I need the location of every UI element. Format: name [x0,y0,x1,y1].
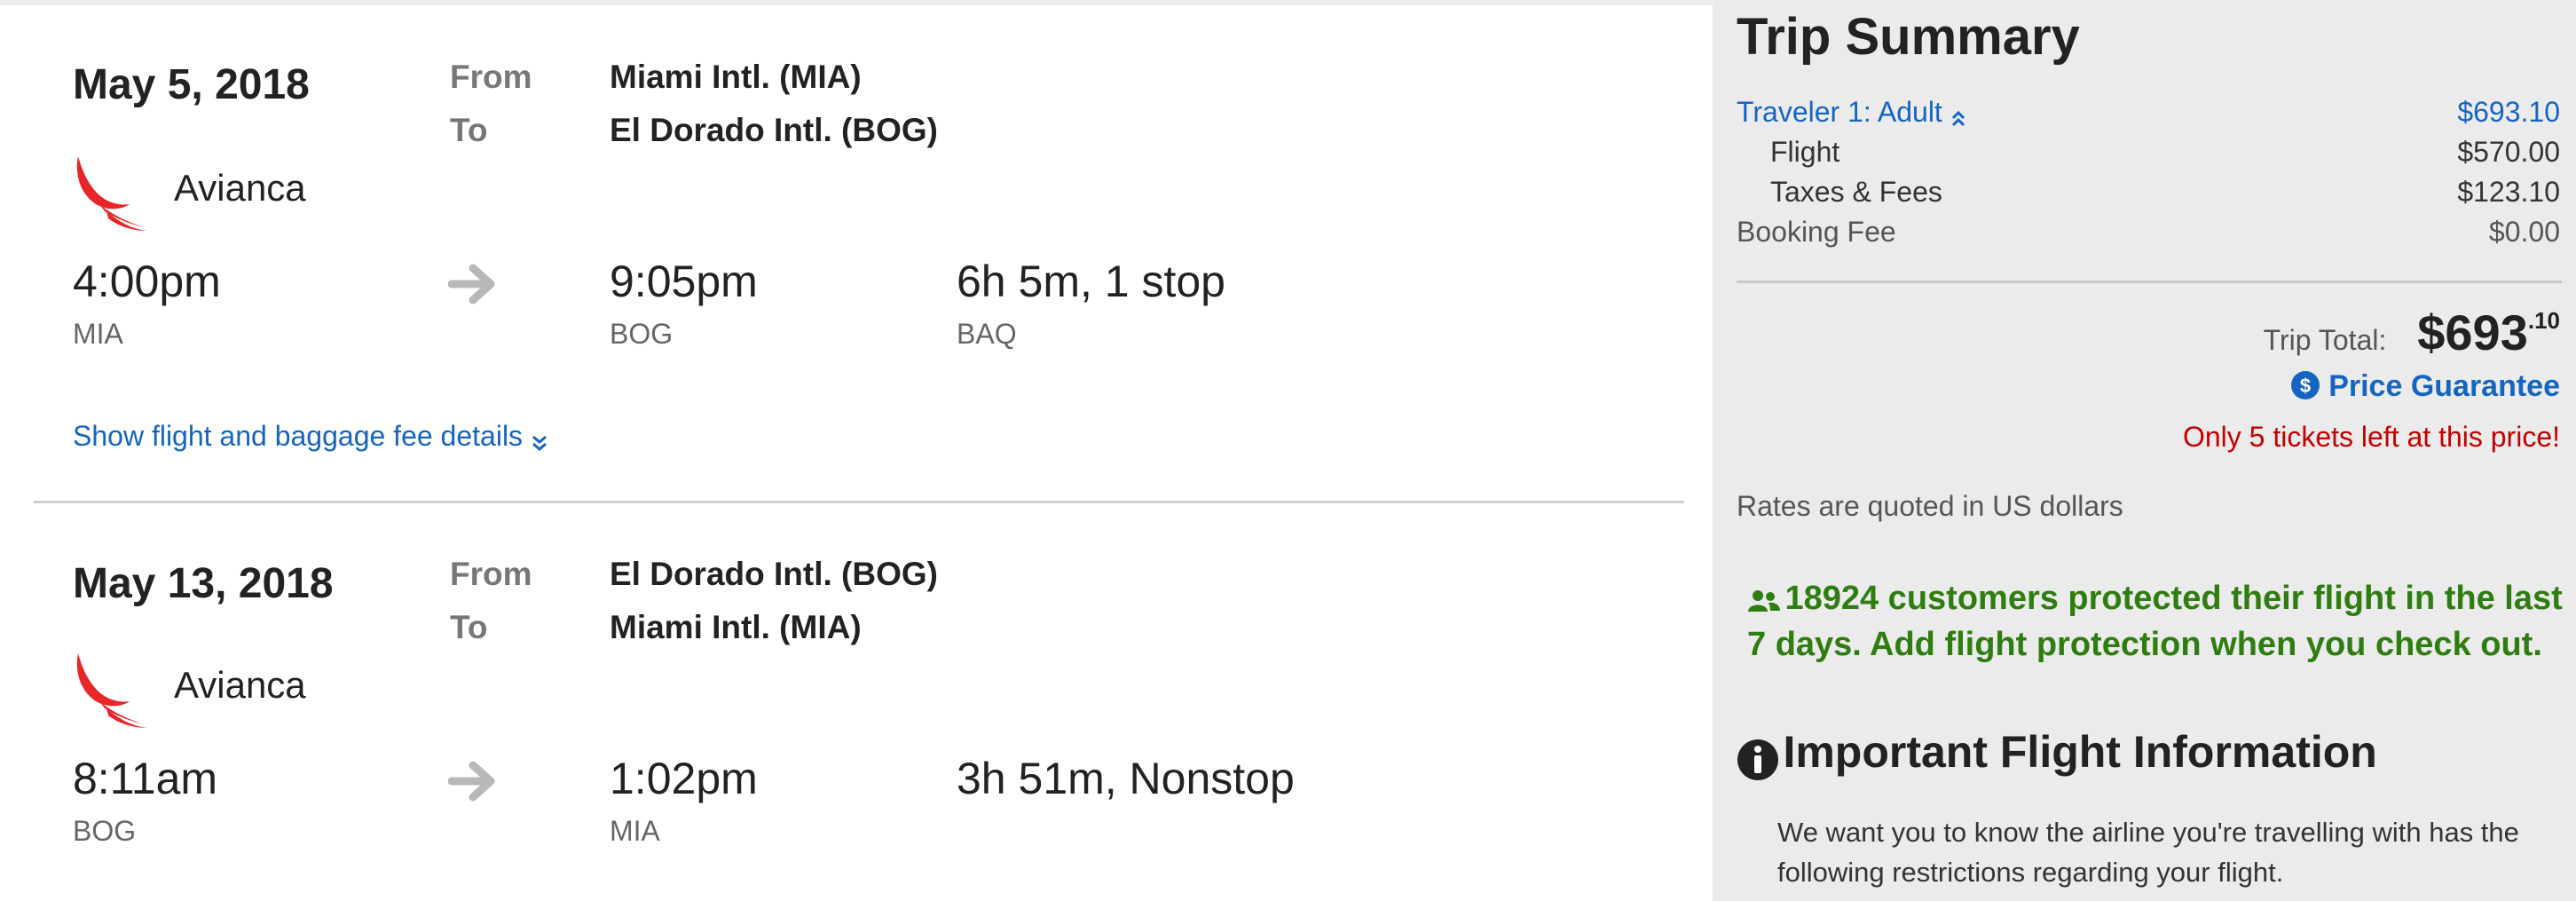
chevron-down-double-icon [531,428,548,451]
depart-time: 4:00pm [73,257,221,306]
flight-duration: 6h 5m, 1 stop [957,257,1225,306]
traveler-label[interactable]: Traveler 1: Adult [1737,96,1942,128]
from-airport: El Dorado Intl. (BOG) [610,556,938,592]
taxes-label: Taxes & Fees [1770,176,1942,208]
booking-fee-amount: $0.00 [2488,216,2560,248]
flight-fare-amount: $570.00 [2457,136,2560,168]
depart-time: 8:11am [73,754,218,803]
arrive-time: 1:02pm [610,754,758,803]
to-label: To [450,112,488,148]
airline-name: Avianca [174,167,306,209]
booking-fee-label: Booking Fee [1737,216,1896,248]
traveler-amount: $693.10 [2457,96,2560,128]
protection-text: 18924 customers protected their flight i… [1747,580,2563,663]
airline-name: Avianca [174,664,306,706]
arrive-code: BOG [610,318,674,350]
flight-date: May 5, 2018 [73,61,310,108]
trip-summary-title: Trip Summary [1737,8,2080,66]
trip-total: Trip Total: $693.10 [2264,304,2560,361]
info-circle-icon [1737,739,1779,781]
price-guarantee-label[interactable]: Price Guarantee [2328,369,2560,403]
arrive-code: MIA [610,815,660,847]
flight-divider [34,501,1684,503]
flight-date: May 13, 2018 [73,560,334,607]
arrow-right-icon [447,760,498,802]
trip-total-cents: .10 [2527,307,2560,334]
svg-text:$: $ [2300,375,2311,397]
taxes-amount: $123.10 [2457,176,2560,208]
tickets-left-alert: Only 5 tickets left at this price! [2182,421,2560,453]
from-label: From [450,556,532,592]
trip-total-label: Trip Total: [2263,324,2387,356]
avianca-logo [73,153,149,233]
price-guarantee-link[interactable]: $ Price Guarantee [2290,369,2560,404]
depart-code: BOG [73,815,137,847]
stop-code: BAQ [957,318,1017,350]
important-info-heading: Important Flight Information [1737,726,2377,785]
flight-fare-label: Flight [1770,136,1840,168]
chevron-up-double-icon [1950,104,1966,126]
show-details-label[interactable]: Show flight and baggage fee details [73,420,523,452]
summary-divider [1737,281,2562,283]
depart-code: MIA [73,318,123,350]
to-airport: Miami Intl. (MIA) [610,609,862,645]
important-info-body: We want you to know the airline you're t… [1777,817,2519,888]
rates-note: Rates are quoted in US dollars [1737,490,2123,522]
arrive-time: 9:05pm [610,257,758,306]
flight-duration: 3h 51m, Nonstop [957,754,1295,803]
traveler-toggle[interactable]: Traveler 1: Adult [1737,96,1966,129]
dollar-circle-icon: $ [2290,370,2320,400]
protection-message: 18924 customers protected their flight i… [1747,575,2564,668]
users-icon [1747,589,1781,615]
show-details-link[interactable]: Show flight and baggage fee details [73,420,548,453]
to-label: To [450,609,488,645]
to-airport: El Dorado Intl. (BOG) [610,112,938,148]
arrow-right-icon [447,263,498,305]
important-info-title: Important Flight Information [1783,727,2377,777]
avianca-logo [73,650,149,730]
from-airport: Miami Intl. (MIA) [610,59,862,95]
from-label: From [450,59,532,95]
trip-total-dollars: $693 [2417,304,2528,360]
